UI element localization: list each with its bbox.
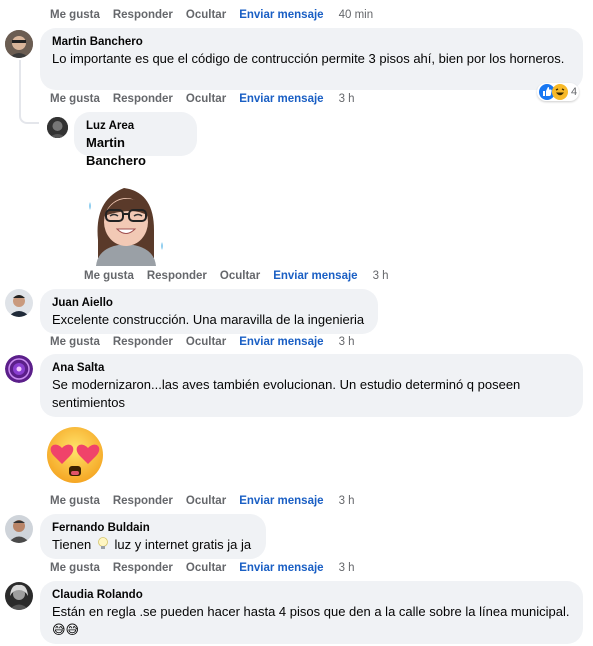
like-link[interactable]: Me gusta (84, 270, 134, 282)
avatar-man-icon (5, 289, 33, 317)
comment-author[interactable]: Juan Aiello (52, 296, 366, 311)
comment-text-part: Tienen (52, 537, 92, 552)
like-link[interactable]: Me gusta (50, 562, 100, 574)
avatar-mandala-icon (5, 355, 33, 383)
avatar[interactable] (5, 515, 33, 543)
reply-link[interactable]: Responder (113, 336, 173, 348)
comment-time[interactable]: 40 min (339, 9, 374, 21)
comment-actions: Me gusta Responder Ocultar Enviar mensaj… (50, 93, 368, 105)
comment-author[interactable]: Claudia Rolando (52, 588, 571, 603)
avatar[interactable] (5, 289, 33, 317)
like-link[interactable]: Me gusta (50, 9, 100, 21)
comment-text: Excelente construcción. Una maravilla de… (52, 312, 365, 327)
comment-bubble: Martin Banchero Lo importante es que el … (40, 28, 583, 90)
comment-actions: Me gusta Responder Ocultar Enviar mensaj… (50, 562, 368, 574)
comment-text: Tienen luz y internet gratis ja ja (52, 536, 254, 554)
comment-bubble: Claudia Rolando Están en regla .se puede… (40, 581, 583, 644)
comment-author[interactable]: Ana Salta (52, 361, 571, 376)
reply-link[interactable]: Responder (113, 93, 173, 105)
comment-time[interactable]: 3 h (339, 562, 355, 574)
like-link[interactable]: Me gusta (50, 336, 100, 348)
reply-link[interactable]: Responder (113, 495, 173, 507)
send-message-link[interactable]: Enviar mensaje (239, 562, 323, 574)
reply-link[interactable]: Responder (147, 270, 207, 282)
like-link[interactable]: Me gusta (50, 93, 100, 105)
thread-connector (19, 60, 39, 124)
comment-time[interactable]: 3 h (339, 93, 355, 105)
avatar[interactable] (5, 582, 33, 610)
mentioned-user[interactable]: Martin Banchero (86, 134, 185, 170)
avatar[interactable] (47, 117, 68, 138)
hide-link[interactable]: Ocultar (186, 9, 226, 21)
hide-link[interactable]: Ocultar (220, 270, 260, 282)
avatar-person-icon (47, 117, 68, 138)
sticker[interactable] (44, 424, 106, 484)
send-message-link[interactable]: Enviar mensaje (273, 270, 357, 282)
comment-bubble: Juan Aiello Excelente construcción. Una … (40, 289, 378, 334)
comment-time[interactable]: 3 h (373, 270, 389, 282)
comment-text: Lo importante es que el código de contru… (52, 51, 565, 66)
send-message-link[interactable]: Enviar mensaje (239, 495, 323, 507)
sweat-smile-emoji-icon: 😅😅 (52, 622, 80, 637)
comment-author[interactable]: Martin Banchero (52, 35, 571, 50)
comment-bubble: Fernando Buldain Tienen luz y internet g… (40, 514, 266, 559)
comment-text-part: Están en regla .se pueden hacer hasta 4 … (52, 604, 570, 619)
comment-time[interactable]: 3 h (339, 495, 355, 507)
comment-author[interactable]: Luz Area (86, 119, 185, 134)
avatar-woman-icon (5, 582, 33, 610)
haha-reaction-icon (552, 84, 568, 100)
comment-bubble: Ana Salta Se modernizaron...las aves tam… (40, 354, 583, 417)
reactions-summary[interactable]: 4 (537, 83, 580, 101)
like-link[interactable]: Me gusta (50, 495, 100, 507)
comment-actions-top: Me gusta Responder Ocultar Enviar mensaj… (50, 9, 386, 21)
comment-text: Se modernizaron...las aves también evolu… (52, 377, 521, 410)
comment-author[interactable]: Fernando Buldain (52, 521, 254, 536)
comment-actions: Me gusta Responder Ocultar Enviar mensaj… (84, 270, 402, 282)
comment-text: Están en regla .se pueden hacer hasta 4 … (52, 603, 571, 639)
avatar-man-icon (5, 515, 33, 543)
avatar-man-icon (5, 30, 33, 58)
comment-time[interactable]: 3 h (339, 336, 355, 348)
light-bulb-icon (98, 537, 108, 549)
send-message-link[interactable]: Enviar mensaje (239, 336, 323, 348)
hide-link[interactable]: Ocultar (186, 93, 226, 105)
memoji-woman-laughing-icon (89, 188, 163, 266)
comment-actions: Me gusta Responder Ocultar Enviar mensaj… (50, 336, 368, 348)
send-message-link[interactable]: Enviar mensaje (239, 9, 323, 21)
reply-link[interactable]: Responder (113, 9, 173, 21)
heart-eyes-emoji-icon (47, 427, 103, 483)
reaction-count: 4 (571, 86, 578, 98)
reply-link[interactable]: Responder (113, 562, 173, 574)
hide-link[interactable]: Ocultar (186, 495, 226, 507)
hide-link[interactable]: Ocultar (186, 562, 226, 574)
avatar[interactable] (5, 30, 33, 58)
comment-bubble: Luz Area Martin Banchero (74, 112, 197, 168)
comment-text-part: luz y internet gratis ja ja (114, 537, 252, 552)
sticker[interactable] (84, 180, 168, 266)
hide-link[interactable]: Ocultar (186, 336, 226, 348)
send-message-link[interactable]: Enviar mensaje (239, 93, 323, 105)
avatar[interactable] (5, 355, 33, 383)
comment-actions: Me gusta Responder Ocultar Enviar mensaj… (50, 495, 368, 507)
